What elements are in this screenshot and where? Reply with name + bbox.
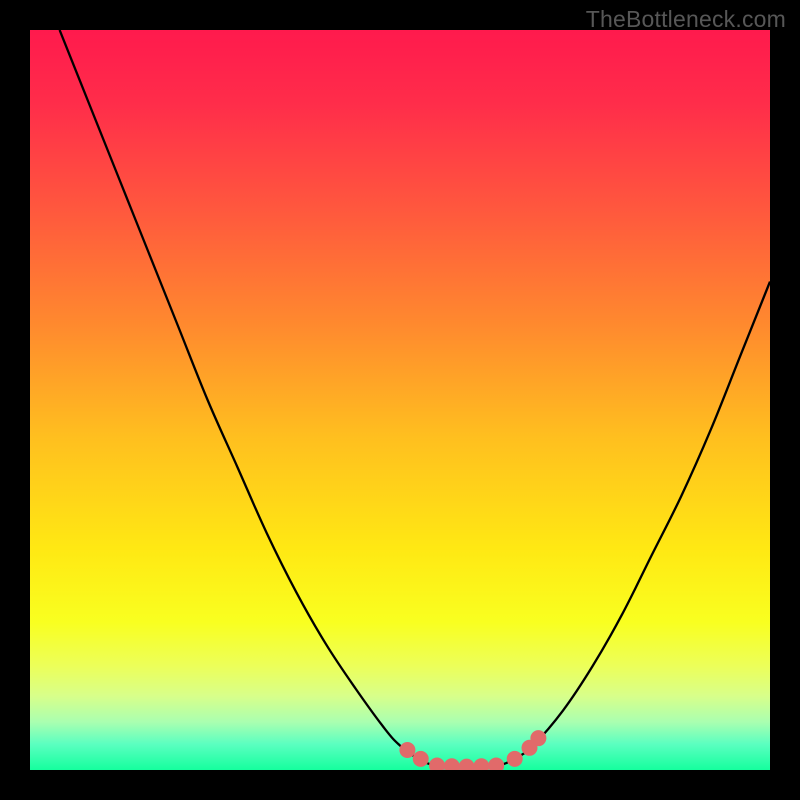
curve-marker [507,751,523,767]
bottleneck-curve-chart [30,30,770,770]
gradient-background [30,30,770,770]
plot-area [30,30,770,770]
curve-marker [413,751,429,767]
curve-marker [530,730,546,746]
curve-marker [399,742,415,758]
chart-frame: TheBottleneck.com [0,0,800,800]
watermark-text: TheBottleneck.com [586,6,786,33]
